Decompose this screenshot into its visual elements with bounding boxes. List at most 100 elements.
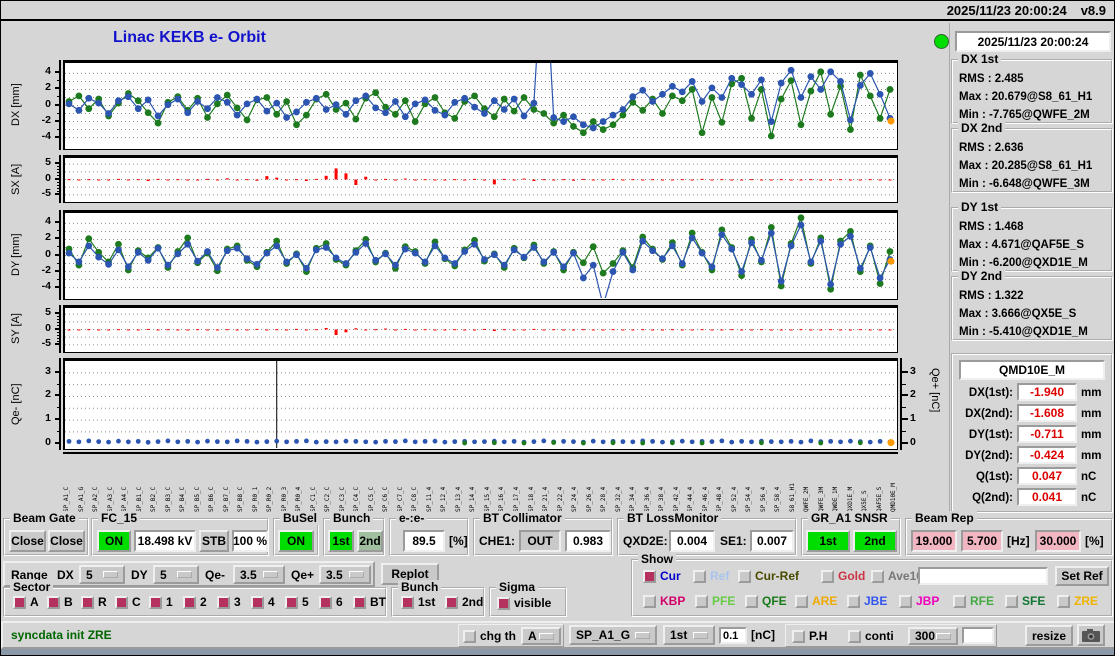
ref-name-input[interactable]	[918, 567, 1048, 585]
busel-title: BuSel	[280, 511, 321, 525]
sector-checkbox-b[interactable]: B	[47, 595, 73, 609]
sector-checkbox-bt[interactable]: BT	[353, 595, 386, 609]
q-right-axis: 3210	[900, 358, 926, 450]
bpm-row-label: DY(2nd):	[965, 450, 1013, 462]
sigma-visible-checkbox[interactable]: visible	[497, 596, 551, 610]
sp-select-dropdown[interactable]: SP_A1_G	[569, 625, 657, 645]
sector-checkbox-2[interactable]: 2	[183, 595, 207, 609]
range-qep-dropdown[interactable]: 3.5	[319, 565, 371, 584]
bpm-label: SP_B4_C	[179, 486, 187, 512]
sector-checkbox-a[interactable]: A	[13, 595, 39, 609]
checkbox-label: JBE	[864, 594, 888, 608]
conti-checkbox[interactable]: conti	[848, 629, 894, 643]
show-checkbox-are[interactable]: ARE	[795, 594, 837, 608]
range-qem-dropdown[interactable]: 3.5	[233, 565, 285, 584]
app-window: 2025/11/23 20:00:24 v8.9 Linac KEKB e- O…	[0, 0, 1115, 656]
bt-collimator-group: BT Collimator CHE1: OUT 0.983	[473, 511, 613, 556]
checkbox-label: JBP	[916, 594, 940, 608]
extra-input[interactable]	[962, 627, 994, 644]
show-checkbox-jbp[interactable]: JBP	[899, 594, 939, 608]
beam-gate-group: Beam Gate Close Close	[3, 511, 89, 556]
checkbox-label: 1	[166, 595, 173, 609]
chg-th-dropdown[interactable]: A	[521, 627, 561, 645]
dy-plot[interactable]	[63, 210, 898, 309]
bpm-label: SP_B6_C	[208, 486, 216, 512]
titlebar-datetime: 2025/11/23 20:00:24	[946, 2, 1067, 18]
show-checkbox-sfe[interactable]: SFE	[1005, 594, 1045, 608]
sector-checkbox-4[interactable]: 4	[251, 595, 275, 609]
beam-rep-percent-unit: [%]	[1085, 534, 1104, 548]
sector-checkbox-6[interactable]: 6	[319, 595, 343, 609]
bpm-label: SP_15_4	[483, 486, 491, 512]
show-checkbox-pfe[interactable]: PFE	[695, 594, 735, 608]
selected-bpm-marker	[887, 439, 895, 447]
gr-snsr-1st-button[interactable]: 1st	[806, 530, 850, 552]
beam-gate-close-button-2[interactable]: Close	[48, 530, 85, 552]
range-dy-dropdown[interactable]: 5	[153, 565, 199, 584]
checkbox-label: 5	[302, 595, 309, 609]
sector-checkbox-r[interactable]: R	[81, 595, 107, 609]
show-checkbox-ref[interactable]: Ref	[693, 569, 729, 583]
fc15-stb-button[interactable]: STB	[199, 530, 229, 552]
screenshot-button[interactable]	[1077, 624, 1105, 646]
sy-plot[interactable]	[63, 305, 898, 353]
chg-th-checkbox[interactable]: chg th	[463, 629, 516, 643]
beam-gate-close-button-1[interactable]: Close	[9, 530, 46, 552]
q-plot[interactable]	[63, 358, 898, 450]
show-checkbox-gold[interactable]: Gold	[821, 569, 865, 583]
bpm-label: SP_A3_C	[106, 486, 114, 512]
bunch-checkbox-2nd[interactable]: 2nd	[445, 595, 483, 609]
gr-snsr-title: GR_A1 SNSR	[808, 511, 891, 525]
stat-min: Min : -6.648@QWFE_3M	[959, 178, 1090, 190]
sector-checkbox-c[interactable]: C	[115, 595, 141, 609]
resize-button[interactable]: resize	[1025, 625, 1073, 646]
show-group: Show Cur Ref Cur-Ref Gold Ave10 Set Ref KBP P…	[631, 552, 1113, 617]
bunch-2nd-button[interactable]: 2nd	[357, 530, 383, 552]
bpm-label: SP_21_4	[542, 486, 550, 512]
show-checkbox-zre[interactable]: ZRE	[1057, 594, 1098, 608]
bpm-label: SP_B2_C	[150, 486, 158, 512]
bpm-row-value: -1.940	[1017, 383, 1077, 401]
ph-checkbox[interactable]: P.H	[792, 629, 827, 643]
set-ref-button[interactable]: Set Ref	[1055, 566, 1109, 586]
current-timestamp: 2025/11/23 20:00:24	[955, 31, 1111, 52]
bpm-label: SP_36_4	[643, 486, 651, 512]
bpm-label: SP_C4_C	[353, 486, 361, 512]
page-title: Linac KEKB e- Orbit	[113, 29, 266, 46]
show-checkbox-cur-ref[interactable]: Cur-Ref	[738, 569, 799, 583]
sector-checkbox-1[interactable]: 1	[149, 595, 173, 609]
bpm-label: SP_C5_C	[367, 486, 375, 512]
bunch-1st-button[interactable]: 1st	[328, 530, 354, 552]
dy-y-axis-label: DY [mm]	[10, 233, 22, 277]
checkbox-label: KBP	[660, 594, 686, 608]
show-checkbox-kbp[interactable]: KBP	[643, 594, 685, 608]
selected-bpm-name[interactable]: QMD10E_M	[959, 360, 1105, 380]
range-dx-dropdown[interactable]: 5	[79, 565, 125, 584]
bpm-label: SP_C8_C	[411, 486, 419, 512]
show-checkbox-qfe[interactable]: QFE	[745, 594, 787, 608]
bunch-checkbox-1st[interactable]: 1st	[401, 595, 435, 609]
busel-on-button[interactable]: ON	[278, 530, 314, 552]
q-y-axis-label: Qe- [nC]	[10, 383, 22, 425]
threshold-input[interactable]	[719, 627, 747, 644]
count-dropdown[interactable]: 300	[908, 627, 958, 645]
show-checkbox-cur[interactable]: Cur	[643, 569, 681, 583]
stat-min: Min : -5.410@QXD1E_M	[959, 326, 1088, 338]
show-checkbox-rfe[interactable]: RFE	[953, 594, 994, 608]
sector-checkbox-5[interactable]: 5	[285, 595, 309, 609]
checkbox-indicator	[1057, 594, 1070, 608]
sector-checkbox-3[interactable]: 3	[217, 595, 241, 609]
checkbox-label: RFE	[970, 594, 994, 608]
gr-snsr-2nd-button[interactable]: 2nd	[853, 530, 897, 552]
fc15-on-button[interactable]: ON	[97, 530, 131, 552]
bunch-select-dropdown[interactable]: 1st	[663, 625, 715, 645]
show-checkbox-ave10[interactable]: Ave10	[871, 569, 923, 583]
qxd2e-label: QXD2E:	[623, 534, 668, 548]
sx-plot[interactable]	[63, 155, 898, 203]
bpm-label: SP_38_4	[658, 486, 666, 512]
show-checkbox-jbe[interactable]: JBE	[847, 594, 887, 608]
bpm-label: SP_C6_C	[382, 486, 390, 512]
fc15-percent-value: 100 %	[232, 530, 268, 552]
bpm-label: SP_16_4	[498, 486, 506, 512]
dx-plot[interactable]	[63, 1, 898, 150]
